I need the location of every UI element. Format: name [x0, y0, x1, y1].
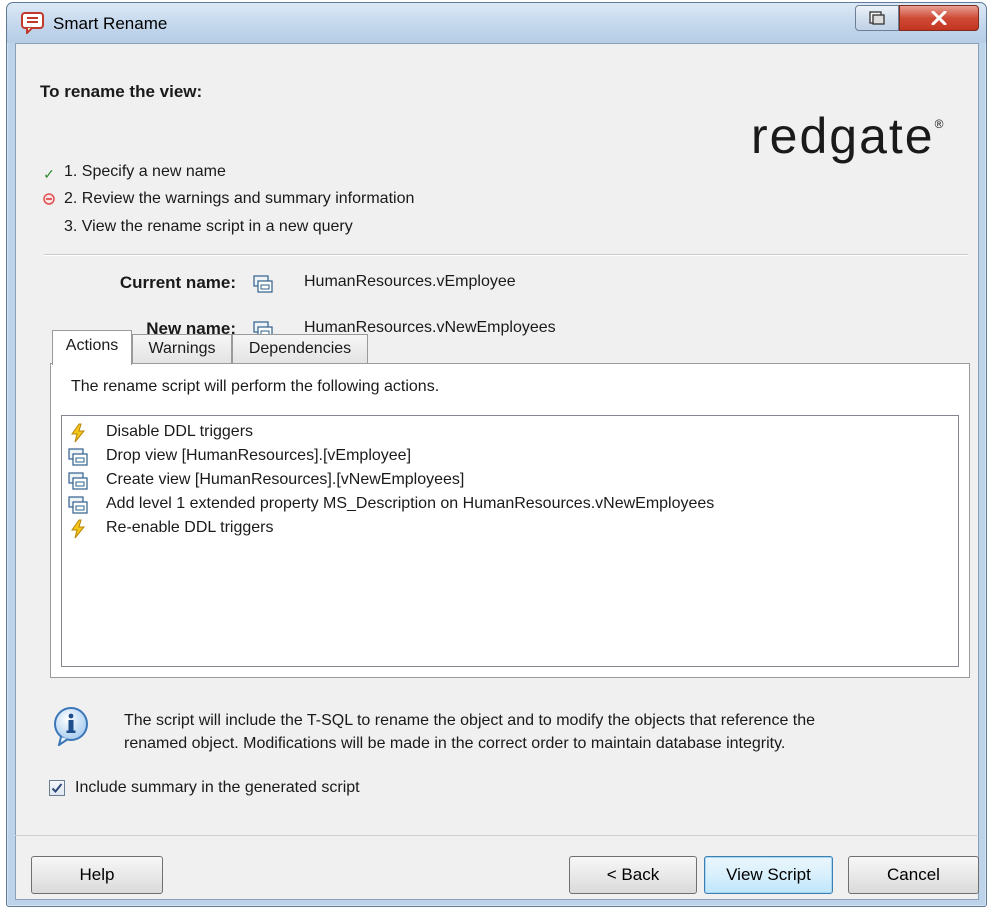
tab-dependencies[interactable]: Dependencies [232, 334, 368, 364]
include-summary-checkbox[interactable] [49, 780, 65, 796]
actions-list[interactable]: Disable DDL triggers Drop view [HumanRes… [61, 415, 959, 667]
view-icon [68, 448, 88, 466]
info-message: The script will include the T-SQL to ren… [124, 709, 964, 755]
footer-divider [15, 835, 977, 836]
close-button[interactable] [899, 5, 979, 31]
list-item[interactable]: Re-enable DDL triggers [62, 517, 942, 541]
lightning-icon [71, 519, 86, 539]
current-name-value: HumanResources.vEmployee [304, 273, 516, 290]
view-icon [253, 275, 273, 293]
header-divider [44, 254, 968, 256]
step-2-label: 2. Review the warnings and summary infor… [64, 190, 415, 207]
action-text: Re-enable DDL triggers [106, 519, 274, 536]
tab-actions[interactable]: Actions [52, 330, 132, 365]
current-name-label: Current name: [119, 273, 236, 292]
actions-intro: The rename script will perform the follo… [71, 378, 440, 395]
restore-icon [869, 11, 885, 25]
view-script-button[interactable]: View Script [704, 856, 833, 894]
view-icon [68, 472, 88, 490]
wizard-heading: To rename the view: [40, 82, 203, 101]
cancel-button[interactable]: Cancel [848, 856, 979, 894]
check-icon: ✓ [43, 166, 55, 182]
info-icon [54, 707, 88, 746]
list-item[interactable]: Drop view [HumanResources].[vEmployee] [62, 445, 942, 469]
back-button[interactable]: < Back [569, 856, 697, 894]
actions-tab-panel: The rename script will perform the follo… [50, 363, 970, 678]
help-button[interactable]: Help [31, 856, 163, 894]
close-icon [931, 11, 947, 25]
smart-rename-window: Smart Rename To rename the view: ✓ 1. Sp… [6, 2, 987, 907]
action-text: Add level 1 extended property MS_Descrip… [106, 495, 715, 512]
restore-button[interactable] [855, 5, 899, 31]
info-line-1: The script will include the T-SQL to ren… [124, 712, 816, 729]
action-text: Create view [HumanResources].[vNewEmploy… [106, 471, 465, 488]
lightning-icon [71, 423, 86, 443]
registered-mark: ® [934, 117, 946, 131]
current-step-icon [43, 193, 55, 205]
info-line-2: renamed object. Modifications will be ma… [124, 735, 786, 752]
title-bar[interactable]: Smart Rename [7, 3, 986, 43]
logo-text: redgate [751, 108, 935, 164]
list-item[interactable]: Disable DDL triggers [62, 421, 942, 445]
step-3-label: 3. View the rename script in a new query [64, 218, 353, 235]
list-item[interactable]: Create view [HumanResources].[vNewEmploy… [62, 469, 942, 493]
include-summary-label[interactable]: Include summary in the generated script [75, 779, 360, 797]
view-icon [68, 496, 88, 514]
action-text: Drop view [HumanResources].[vEmployee] [106, 447, 412, 464]
list-item[interactable]: Add level 1 extended property MS_Descrip… [62, 493, 942, 517]
tab-warnings[interactable]: Warnings [132, 334, 232, 364]
window-title: Smart Rename [53, 14, 168, 33]
redgate-logo: redgate® [751, 107, 945, 165]
checkmark-icon [51, 783, 63, 793]
action-text: Disable DDL triggers [106, 423, 254, 440]
step-1-label: 1. Specify a new name [64, 163, 226, 180]
dialog-icon [21, 12, 44, 34]
